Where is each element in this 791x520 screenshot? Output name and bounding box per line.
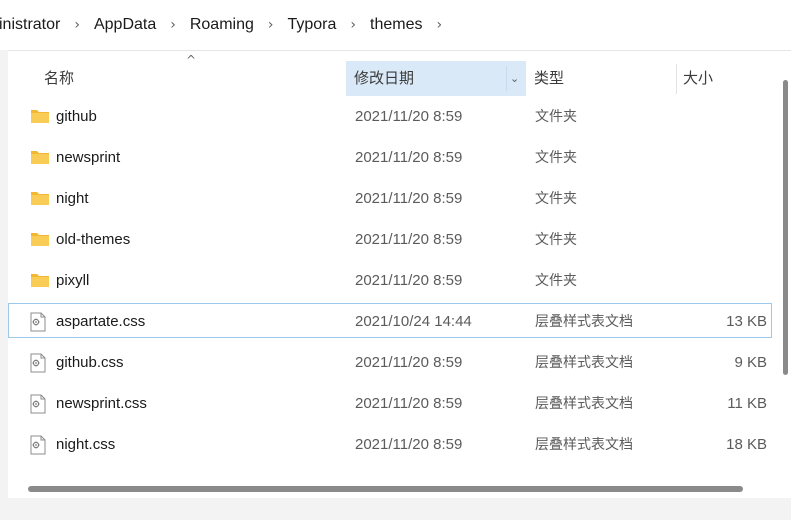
file-size: 18 KB xyxy=(726,436,767,453)
file-name: pixyll xyxy=(56,272,90,289)
file-name: github.css xyxy=(56,354,124,371)
file-name: old-themes xyxy=(56,231,131,248)
breadcrumb-item-roaming[interactable]: Roaming xyxy=(188,16,256,34)
file-row[interactable]: newsprint.css 2021/11/20 8:59 层叠样式表文档 11 KB xyxy=(8,385,772,420)
folder-icon xyxy=(30,148,50,171)
file-size: 11 KB xyxy=(727,395,767,412)
file-row[interactable]: aspartate.css 2021/10/24 14:44 层叠样式表文档 13 K… xyxy=(8,303,772,338)
file-size: 13 KB xyxy=(726,313,767,330)
file-modified-date: 2021/10/24 14:44 xyxy=(355,313,472,330)
column-divider xyxy=(506,66,507,91)
file-name: night.css xyxy=(56,436,116,453)
column-header-row: 名称 ^ 修改日期 ⌄ 类型 大小 xyxy=(8,53,776,96)
css-file-icon xyxy=(30,394,46,419)
breadcrumb-item-typora[interactable]: Typora xyxy=(285,16,338,34)
file-row[interactable]: pixyll 2021/11/20 8:59 文件夹 xyxy=(8,262,772,297)
folder-icon xyxy=(30,107,50,130)
file-type: 文件夹 xyxy=(535,231,577,247)
file-modified-date: 2021/11/20 8:59 xyxy=(355,231,463,248)
file-list: 名称 ^ 修改日期 ⌄ 类型 大小 github 2021/11/20 8:59 文… xyxy=(8,53,776,498)
file-name: night xyxy=(56,190,89,207)
chevron-right-icon[interactable]: › xyxy=(338,17,368,33)
file-type: 层叠样式表文档 xyxy=(535,436,633,452)
breadcrumb-item-themes[interactable]: themes xyxy=(368,16,424,34)
file-row[interactable]: github.css 2021/11/20 8:59 层叠样式表文档 9 KB xyxy=(8,344,772,379)
file-name: aspartate.css xyxy=(56,313,146,330)
folder-icon xyxy=(30,189,50,212)
file-row[interactable]: night 2021/11/20 8:59 文件夹 xyxy=(8,180,772,215)
breadcrumb-item-administrator[interactable]: inistrator xyxy=(0,16,62,34)
file-modified-date: 2021/11/20 8:59 xyxy=(355,190,463,207)
css-file-icon xyxy=(30,312,46,337)
breadcrumb: inistrator › AppData › Roaming › Typora … xyxy=(0,0,791,51)
file-modified-date: 2021/11/20 8:59 xyxy=(355,108,463,125)
file-row[interactable]: github 2021/11/20 8:59 文件夹 xyxy=(8,98,772,133)
column-header-size[interactable]: 大小 xyxy=(683,61,713,96)
chevron-right-icon[interactable]: › xyxy=(62,17,92,33)
chevron-down-icon[interactable]: ⌄ xyxy=(510,61,519,96)
vertical-scrollbar-thumb[interactable] xyxy=(783,80,788,375)
file-type: 层叠样式表文档 xyxy=(535,354,633,370)
file-row[interactable]: night.css 2021/11/20 8:59 层叠样式表文档 18 KB xyxy=(8,426,772,461)
breadcrumb-item-appdata[interactable]: AppData xyxy=(92,16,158,34)
chevron-right-icon[interactable]: › xyxy=(256,17,286,33)
file-row[interactable]: old-themes 2021/11/20 8:59 文件夹 xyxy=(8,221,772,256)
status-bar xyxy=(0,498,791,520)
column-divider[interactable] xyxy=(676,64,677,94)
file-modified-date: 2021/11/20 8:59 xyxy=(355,395,463,412)
css-file-icon xyxy=(30,353,46,378)
sort-ascending-icon: ^ xyxy=(186,53,197,67)
file-type: 文件夹 xyxy=(535,108,577,124)
file-name: newsprint xyxy=(56,149,121,166)
folder-icon xyxy=(30,271,50,294)
horizontal-scrollbar-thumb[interactable] xyxy=(28,486,743,492)
file-name: github xyxy=(56,108,97,125)
column-header-type[interactable]: 类型 xyxy=(534,61,564,96)
folder-icon xyxy=(30,230,50,253)
file-rows: github 2021/11/20 8:59 文件夹 newsprint 2021/11… xyxy=(8,98,776,467)
file-modified-date: 2021/11/20 8:59 xyxy=(355,272,463,289)
file-type: 文件夹 xyxy=(535,190,577,206)
column-header-name[interactable]: 名称 xyxy=(44,61,74,96)
chevron-right-icon[interactable]: › xyxy=(158,17,188,33)
chevron-right-icon[interactable]: › xyxy=(424,17,454,33)
file-type: 层叠样式表文档 xyxy=(535,395,633,411)
file-type: 层叠样式表文档 xyxy=(535,313,633,329)
file-modified-date: 2021/11/20 8:59 xyxy=(355,149,463,166)
file-name: newsprint.css xyxy=(56,395,147,412)
file-modified-date: 2021/11/20 8:59 xyxy=(355,354,463,371)
file-type: 文件夹 xyxy=(535,149,577,165)
file-row[interactable]: newsprint 2021/11/20 8:59 文件夹 xyxy=(8,139,772,174)
file-modified-date: 2021/11/20 8:59 xyxy=(355,436,463,453)
css-file-icon xyxy=(30,435,46,460)
navigation-pane-edge xyxy=(0,50,8,498)
file-size: 9 KB xyxy=(734,354,767,371)
file-type: 文件夹 xyxy=(535,272,577,288)
column-header-date[interactable]: 修改日期 xyxy=(346,61,526,96)
